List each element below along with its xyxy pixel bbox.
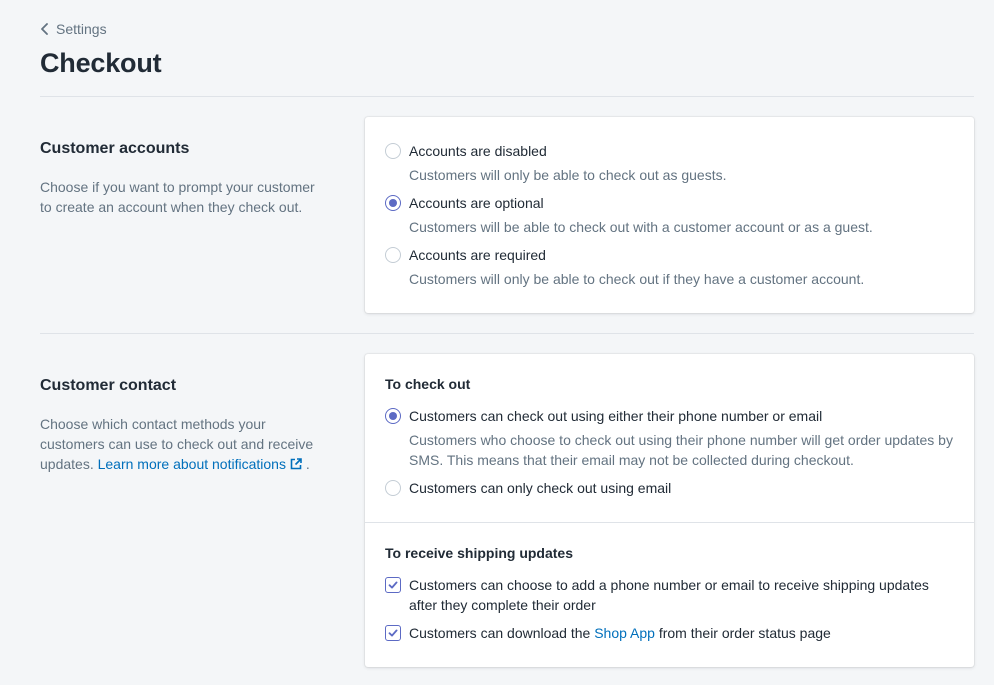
checkout-phone-or-email-option[interactable]: Customers can check out using either the…: [385, 406, 954, 470]
radio-button-selected[interactable]: [385, 408, 401, 424]
radio-button[interactable]: [385, 480, 401, 496]
shop-app-link[interactable]: Shop App: [594, 625, 655, 641]
option-help-text: Customers who choose to check out using …: [409, 432, 953, 468]
option-label: Accounts are optional: [409, 195, 544, 211]
accounts-optional-option[interactable]: Accounts are optional Customers will be …: [385, 193, 954, 237]
section-divider: [40, 333, 974, 334]
label-text-after: from their order status page: [658, 625, 831, 641]
accounts-required-option[interactable]: Accounts are required Customers will onl…: [385, 245, 954, 289]
external-link-icon: [290, 458, 302, 470]
radio-button-selected[interactable]: [385, 195, 401, 211]
option-label: Customers can download the Shop App from…: [409, 623, 831, 643]
period-text: .: [305, 456, 310, 472]
option-label: Customers can only check out using email: [409, 480, 672, 496]
checkmark-icon: [388, 629, 398, 637]
shop-app-download-option[interactable]: Customers can download the Shop App from…: [385, 623, 954, 643]
option-help-text: Customers will only be able to check out…: [409, 167, 727, 183]
option-label: Accounts are disabled: [409, 143, 547, 159]
card-section-divider: [365, 522, 974, 523]
option-label: Customers can choose to add a phone numb…: [409, 577, 929, 613]
customer-contact-card: To check out Customers can check out usi…: [365, 354, 974, 667]
back-to-settings-link[interactable]: Settings: [40, 21, 107, 37]
customer-accounts-description: Choose if you want to prompt your custom…: [40, 179, 315, 215]
radio-button[interactable]: [385, 247, 401, 263]
radio-button[interactable]: [385, 143, 401, 159]
customer-accounts-heading: Customer accounts: [40, 140, 190, 157]
breadcrumb-label: Settings: [56, 21, 107, 37]
shipping-updates-heading: To receive shipping updates: [385, 545, 574, 561]
learn-more-notifications-link[interactable]: Learn more about notifications: [98, 456, 302, 472]
label-text-before: Customers can download the: [409, 625, 591, 641]
option-label: Customers can check out using either the…: [409, 408, 823, 424]
checkmark-icon: [388, 581, 398, 589]
shipping-updates-phone-email-option[interactable]: Customers can choose to add a phone numb…: [385, 575, 954, 615]
option-label: Accounts are required: [409, 247, 546, 263]
customer-contact-heading: Customer contact: [40, 377, 177, 394]
link-text: Learn more about notifications: [97, 456, 286, 472]
page-title: Checkout: [40, 48, 162, 78]
checkout-email-only-option[interactable]: Customers can only check out using email: [385, 478, 954, 498]
header-divider: [40, 96, 974, 97]
option-help-text: Customers will only be able to check out…: [409, 271, 865, 287]
checkbox-checked[interactable]: [385, 625, 401, 641]
checkbox-checked[interactable]: [385, 577, 401, 593]
customer-contact-description: Choose which contact methods your custom…: [40, 414, 332, 474]
option-help-text: Customers will be able to check out with…: [409, 219, 873, 235]
customer-accounts-card: Accounts are disabled Customers will onl…: [365, 117, 974, 313]
accounts-disabled-option[interactable]: Accounts are disabled Customers will onl…: [385, 141, 954, 185]
chevron-left-icon: [41, 23, 48, 35]
to-check-out-heading: To check out: [385, 376, 471, 392]
